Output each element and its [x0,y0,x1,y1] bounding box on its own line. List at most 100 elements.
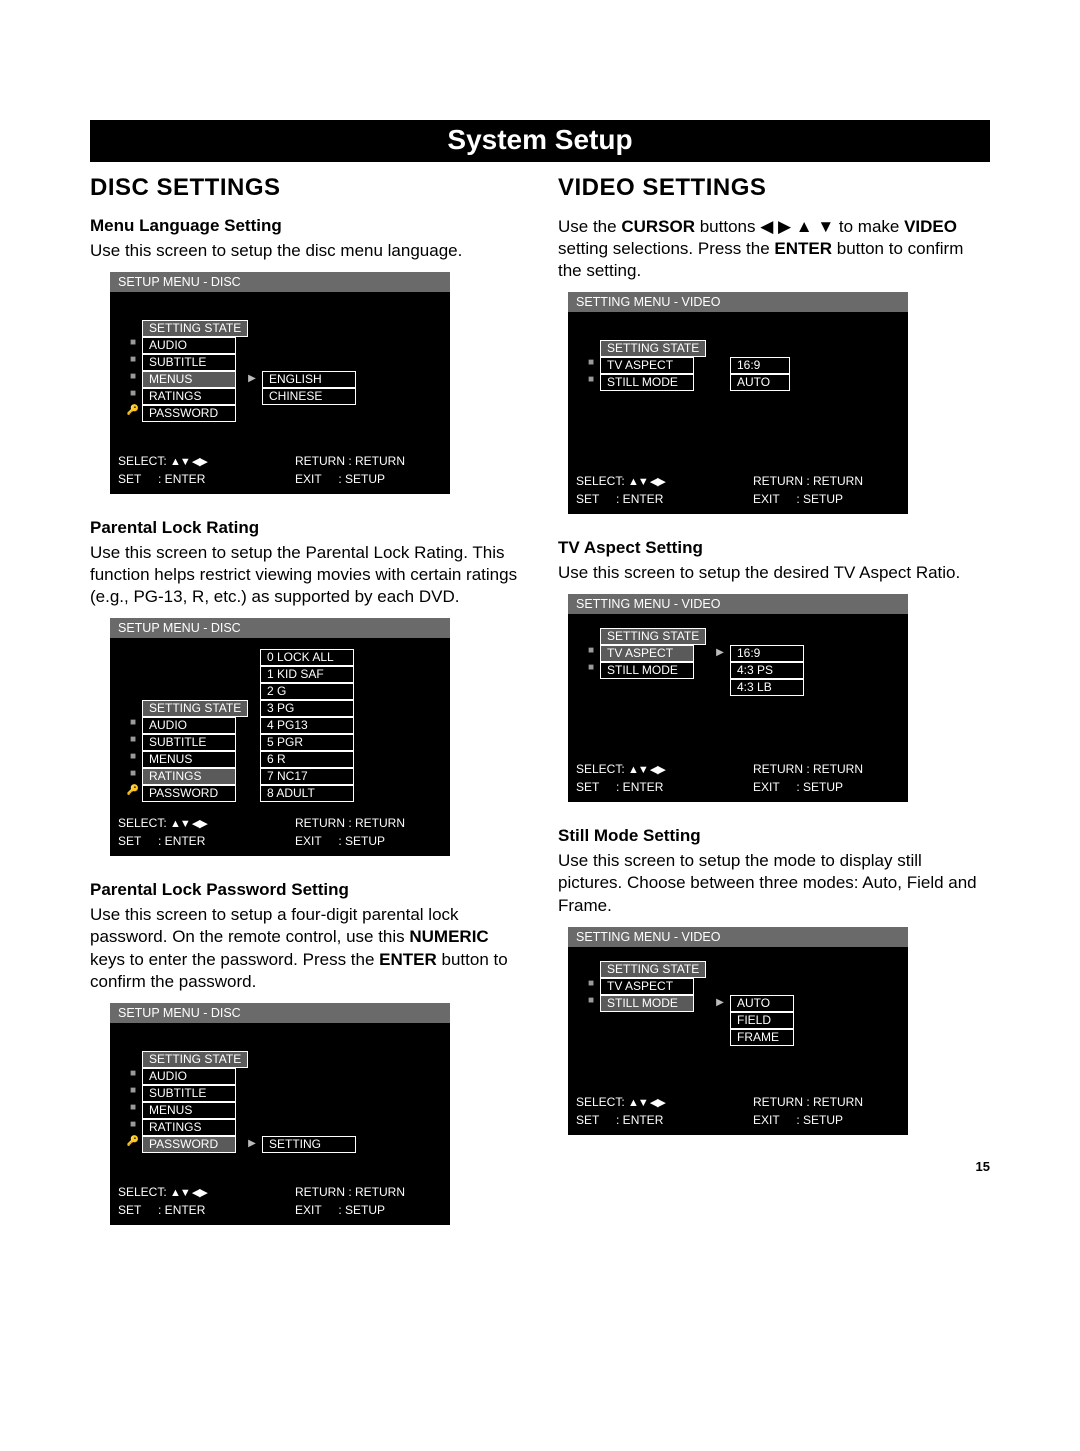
menu-item-audio: AUDIO [142,717,236,734]
rating-6: 6 R [260,751,354,768]
menu-item-still-mode: STILL MODE [600,995,694,1012]
bullet-icon: ■ [124,768,142,779]
rating-0: 0 LOCK ALL [260,649,354,666]
bullet-icon: ■ [124,1068,142,1079]
video-settings-heading: VIDEO SETTINGS [558,174,990,202]
password-desc: Use this screen to setup a four-digit pa… [90,904,522,992]
osd-footer: SELECT: ▲▼ ◀▶ RETURN : RETURN SET : ENTE… [568,1095,908,1135]
arrow-icon: ▶ [710,995,730,1008]
menu-item-subtitle: SUBTITLE [142,354,236,371]
menu-item-ratings: RATINGS [142,1119,236,1136]
page-banner: System Setup [90,120,990,162]
rating-3: 3 PG [260,700,354,717]
menu-item-menus: MENUS [142,751,236,768]
bullet-icon: ■ [582,357,600,368]
key-icon: 🔑 [124,1136,142,1147]
osd-disc-password: SETUP MENU - DISC SETTING STATE ■AUDIO ■… [110,1003,450,1225]
left-column: DISC SETTINGS Menu Language Setting Use … [90,174,522,1249]
arrow-icons: ▲▼ ◀▶ [628,763,665,776]
still-mode-title: Still Mode Setting [558,826,990,846]
setting-state-label: SETTING STATE [142,700,248,717]
rating-2: 2 G [260,683,354,700]
arrow-icons: ▲▼ ◀▶ [170,455,207,468]
setting-state-label: SETTING STATE [600,628,706,645]
menu-item-menus: MENUS [142,371,236,388]
menu-item-menus: MENUS [142,1102,236,1119]
option-43lb: 4:3 LB [730,679,804,696]
menu-item-password: PASSWORD [142,1136,236,1153]
menu-item-audio: AUDIO [142,1068,236,1085]
option-setting: SETTING [262,1136,356,1153]
menu-item-tv-aspect: TV ASPECT [600,645,694,662]
rating-8: 8 ADULT [260,785,354,802]
bullet-icon: ■ [124,1085,142,1096]
bullet-icon: ■ [582,645,600,656]
menu-item-password: PASSWORD [142,405,236,422]
osd-title: SETUP MENU - DISC [110,272,450,292]
setting-state-label: SETTING STATE [142,320,248,337]
menu-item-tv-aspect: TV ASPECT [600,978,694,995]
osd-footer: SELECT: ▲▼ ◀▶ RETURN : RETURN SET : ENTE… [568,762,908,802]
osd-footer: SELECT: ▲▼ ◀▶ RETURN : RETURN SET : ENTE… [110,454,450,494]
osd-footer: SELECT: ▲▼ ◀▶ RETURN : RETURN SET : ENTE… [568,474,908,514]
bullet-icon: ■ [582,374,600,385]
osd-title: SETTING MENU - VIDEO [568,594,908,614]
bullet-icon: ■ [124,1102,142,1113]
rating-1: 1 KID SAF [260,666,354,683]
parental-rating-desc: Use this screen to setup the Parental Lo… [90,542,522,608]
arrow-icons: ▲▼ ◀▶ [170,1186,207,1199]
disc-settings-heading: DISC SETTINGS [90,174,522,202]
setting-state-label: SETTING STATE [600,961,706,978]
arrow-icons: ▲▼ ◀▶ [628,1096,665,1109]
bullet-icon: ■ [124,388,142,399]
bullet-icon: ■ [582,978,600,989]
arrow-icons: ▲▼ ◀▶ [170,817,207,830]
option-chinese: CHINESE [262,388,356,405]
password-title: Parental Lock Password Setting [90,880,522,900]
right-column: VIDEO SETTINGS Use the CURSOR buttons ◀ … [558,174,990,1249]
menu-language-title: Menu Language Setting [90,216,522,236]
bullet-icon: ■ [124,371,142,382]
menu-item-password: PASSWORD [142,785,236,802]
parental-rating-title: Parental Lock Rating [90,518,522,538]
setting-state-label: SETTING STATE [142,1051,248,1068]
option-169: 16:9 [730,645,804,662]
osd-video-aspect: SETTING MENU - VIDEO SETTING STATE ■TV A… [568,594,908,802]
arrow-icons: ▲▼ ◀▶ [628,475,665,488]
osd-title: SETTING MENU - VIDEO [568,927,908,947]
menu-item-ratings: RATINGS [142,768,236,785]
osd-video-main: SETTING MENU - VIDEO SETTING STATE ■TV A… [568,292,908,514]
bullet-icon: ■ [124,751,142,762]
osd-disc-menus: SETUP MENU - DISC SETTING STATE ■AUDIO ■… [110,272,450,494]
value-169: 16:9 [730,357,790,374]
rating-7: 7 NC17 [260,768,354,785]
tv-aspect-desc: Use this screen to setup the desired TV … [558,562,990,584]
bullet-icon: ■ [582,662,600,673]
menu-item-subtitle: SUBTITLE [142,1085,236,1102]
menu-item-subtitle: SUBTITLE [142,734,236,751]
menu-item-still-mode: STILL MODE [600,374,694,391]
bullet-icon: ■ [124,734,142,745]
video-intro: Use the CURSOR buttons ◀ ▶ ▲ ▼ to make V… [558,216,990,282]
bullet-icon: ■ [124,1119,142,1130]
value-auto: AUTO [730,374,790,391]
setting-state-label: SETTING STATE [600,340,706,357]
bullet-icon: ■ [582,995,600,1006]
menu-item-tv-aspect: TV ASPECT [600,357,694,374]
key-icon: 🔑 [124,785,142,796]
bullet-icon: ■ [124,354,142,365]
rating-4: 4 PG13 [260,717,354,734]
osd-title: SETUP MENU - DISC [110,618,450,638]
rating-5: 5 PGR [260,734,354,751]
osd-video-still: SETTING MENU - VIDEO SETTING STATE ■TV A… [568,927,908,1135]
option-auto: AUTO [730,995,794,1012]
osd-title: SETUP MENU - DISC [110,1003,450,1023]
option-43ps: 4:3 PS [730,662,804,679]
still-mode-desc: Use this screen to setup the mode to dis… [558,850,990,916]
arrow-icon: ▶ [242,371,262,384]
osd-footer: SELECT: ▲▼ ◀▶ RETURN : RETURN SET : ENTE… [110,816,450,856]
option-english: ENGLISH [262,371,356,388]
arrow-icon: ▶ [242,1136,262,1149]
osd-disc-ratings: SETUP MENU - DISC SETTING STATE ■AUDIO ■… [110,618,450,856]
option-field: FIELD [730,1012,794,1029]
